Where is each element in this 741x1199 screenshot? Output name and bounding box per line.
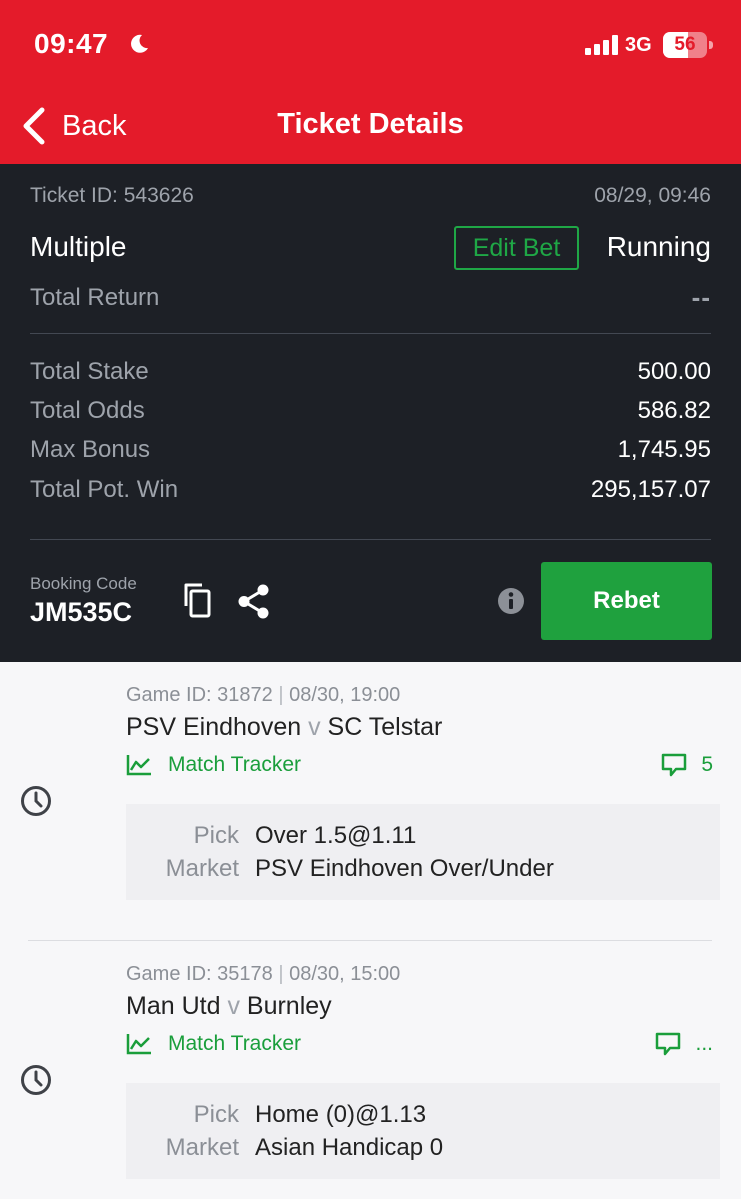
home-team: Man Utd: [126, 992, 221, 1020]
pick-box: Pick Home (0)@1.13 Market Asian Handicap…: [126, 1083, 720, 1179]
share-icon[interactable]: [237, 584, 270, 619]
total-pot-win-value: 295,157.07: [590, 476, 711, 503]
page-title: Ticket Details: [277, 108, 464, 140]
moon-icon: [131, 34, 148, 53]
divider: [30, 539, 711, 540]
selection-item: Game ID: 31872 | 08/30, 19:00 PSV Eindho…: [0, 662, 741, 941]
total-stake-label: Total Stake: [30, 358, 149, 385]
battery-icon: 56: [663, 32, 713, 58]
info-icon[interactable]: [497, 587, 525, 615]
match-teams: PSV Eindhoven v SC Telstar: [126, 713, 442, 742]
home-team: PSV Eindhoven: [126, 713, 302, 741]
match-teams: Man Utd v Burnley: [126, 992, 332, 1021]
chart-icon: [126, 1034, 151, 1055]
separator: |: [278, 963, 284, 985]
game-meta: Game ID: 35178 | 08/30, 15:00: [126, 963, 400, 986]
clock-icon: [21, 786, 51, 816]
clock-icon: [21, 1065, 51, 1095]
match-tracker-link[interactable]: Match Tracker: [126, 1031, 301, 1057]
versus: v: [227, 992, 240, 1020]
game-datetime: 08/30, 15:00: [289, 963, 401, 985]
total-stake-value: 500.00: [637, 358, 711, 385]
ticket-id: Ticket ID: 543626: [30, 184, 194, 207]
battery-level: 56: [674, 34, 696, 55]
chart-icon: [126, 755, 151, 776]
total-return-label: Total Return: [30, 284, 160, 311]
match-tracker-label: Match Tracker: [168, 1032, 302, 1055]
battery-body: 56: [663, 32, 707, 58]
ticket-summary: Ticket ID: 543626 08/29, 09:46 Multiple …: [0, 164, 741, 662]
game-meta: Game ID: 31872 | 08/30, 19:00: [126, 684, 400, 707]
comments-button[interactable]: 5: [661, 752, 713, 778]
match-tracker-label: Match Tracker: [168, 753, 302, 776]
versus: v: [308, 713, 321, 741]
booking-code: JM535C: [30, 597, 133, 627]
header: 09:47 3G 56 Back Ticket Details: [0, 0, 741, 164]
market-value: Asian Handicap 0: [255, 1134, 444, 1161]
status-time: 09:47: [34, 28, 109, 59]
game-id: Game ID: 35178: [126, 963, 273, 985]
pick-value: Home (0)@1.13: [255, 1101, 427, 1128]
total-odds-label: Total Odds: [30, 397, 145, 424]
game-id: Game ID: 31872: [126, 684, 273, 706]
market-label: Market: [165, 855, 239, 882]
comment-icon: [656, 1032, 681, 1056]
ticket-date: 08/29, 09:46: [594, 184, 711, 207]
booking-code-label: Booking Code: [30, 574, 137, 593]
pick-label: Pick: [193, 822, 239, 849]
network-type: 3G: [625, 34, 652, 56]
comment-icon: [662, 753, 687, 777]
away-team: SC Telstar: [327, 713, 443, 741]
match-tracker-link[interactable]: Match Tracker: [126, 752, 301, 778]
comments-button[interactable]: ...: [655, 1031, 713, 1057]
rebet-button[interactable]: Rebet: [541, 562, 712, 640]
signal-icon: [585, 35, 618, 55]
comment-count: 5: [701, 753, 713, 776]
pick-value: Over 1.5@1.11: [255, 822, 417, 849]
away-team: Burnley: [246, 992, 332, 1020]
market-label: Market: [165, 1134, 239, 1161]
battery-tip: [709, 41, 713, 49]
ticket-status: Running: [606, 231, 711, 262]
total-odds-value: 586.82: [637, 397, 711, 424]
edit-bet-button[interactable]: Edit Bet: [454, 226, 579, 270]
total-pot-win-label: Total Pot. Win: [30, 476, 179, 503]
max-bonus-label: Max Bonus: [30, 436, 151, 463]
market-value: PSV Eindhoven Over/Under: [255, 855, 554, 882]
max-bonus-value: 1,745.95: [617, 436, 711, 463]
selection-item: Game ID: 35178 | 08/30, 15:00 Man Utd v …: [0, 941, 741, 1199]
bet-type: Multiple: [30, 231, 127, 262]
game-datetime: 08/30, 19:00: [289, 684, 401, 706]
pick-label: Pick: [193, 1101, 239, 1128]
comment-count: ...: [695, 1032, 713, 1055]
divider: [30, 333, 711, 334]
total-return-value: --: [691, 282, 711, 312]
separator: |: [278, 684, 284, 706]
copy-icon[interactable]: [180, 582, 212, 618]
pick-box: Pick Over 1.5@1.11 Market PSV Eindhoven …: [126, 804, 720, 900]
